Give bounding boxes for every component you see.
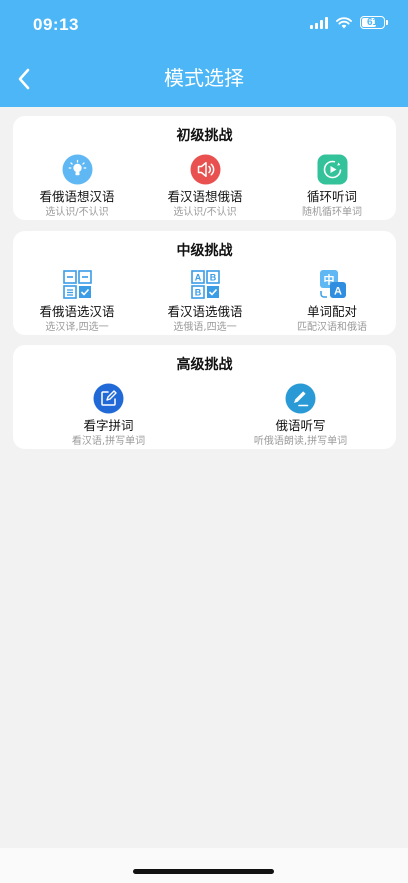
section-title: 初级挑战 bbox=[176, 128, 233, 144]
translate-icon: 中 A bbox=[319, 270, 346, 298]
mode-spell-word[interactable]: 看字拼词 看汉语,拼写单词 bbox=[13, 383, 204, 448]
mode-word-match[interactable]: 中 A 单词配对 匹配汉语和俄语 bbox=[268, 269, 396, 334]
battery-level: 61 bbox=[366, 16, 379, 28]
mode-subtitle: 选认识/不认识 bbox=[173, 207, 237, 218]
mode-subtitle: 随机循环单词 bbox=[302, 207, 362, 218]
section-title: 中级挑战 bbox=[176, 243, 233, 259]
mode-cn-to-ru-recall[interactable]: 看汉语想俄语 选认识/不认识 bbox=[141, 154, 269, 219]
bottom-safe-area bbox=[0, 848, 408, 883]
mode-loop-listening[interactable]: 循环听词 随机循环单词 bbox=[268, 154, 396, 219]
header-bar: 09:13 61 模式选择 bbox=[0, 0, 408, 107]
speaker-icon bbox=[190, 154, 220, 185]
page-title: 模式选择 bbox=[164, 66, 244, 90]
section-advanced: 高级挑战 看字拼词 看汉语,拼写单词 俄语听写 听俄语朗读,拼写单词 bbox=[13, 345, 396, 449]
section-intermediate: 中级挑战 看俄语选汉语 选汉译,四选一 A B B 看汉语选俄语 选俄语,四选一… bbox=[13, 231, 396, 335]
status-icons: 61 bbox=[310, 16, 388, 29]
mode-subtitle: 匹配汉语和俄语 bbox=[297, 322, 367, 333]
mode-ru-to-cn-recall[interactable]: 看俄语想汉语 选认识/不认识 bbox=[13, 154, 141, 219]
mode-subtitle: 选认识/不认识 bbox=[45, 207, 109, 218]
status-time: 09:13 bbox=[33, 15, 79, 34]
mode-cn-to-ru-choice[interactable]: A B B 看汉语选俄语 选俄语,四选一 bbox=[141, 269, 269, 334]
mode-subtitle: 看汉语,拼写单词 bbox=[71, 436, 146, 447]
mode-subtitle: 选汉译,四选一 bbox=[45, 322, 109, 333]
mode-ru-to-cn-choice[interactable]: 看俄语选汉语 选汉译,四选一 bbox=[13, 269, 141, 334]
pen-write-icon bbox=[285, 383, 316, 414]
mode-label: 看汉语想俄语 bbox=[167, 189, 243, 204]
abcd-choice-icon: A B B bbox=[190, 270, 220, 299]
mode-label: 俄语听写 bbox=[275, 418, 326, 433]
edit-icon bbox=[93, 383, 124, 414]
svg-text:B: B bbox=[194, 288, 201, 298]
mode-label: 看字拼词 bbox=[83, 418, 134, 433]
translate-glyph-a: A bbox=[334, 286, 342, 298]
cellular-signal-icon bbox=[310, 16, 328, 29]
choice-grid-icon bbox=[62, 270, 92, 299]
mode-label: 看俄语选汉语 bbox=[39, 304, 115, 319]
mode-label: 看俄语想汉语 bbox=[39, 189, 115, 204]
section-beginner: 初级挑战 看俄语想汉语 选认识/不认识 看汉语想俄语 选认识/不认识 循环听词 … bbox=[13, 116, 396, 220]
svg-text:B: B bbox=[209, 273, 216, 283]
mode-subtitle: 选俄语,四选一 bbox=[173, 322, 237, 333]
mode-label: 看汉语选俄语 bbox=[167, 304, 243, 319]
section-title: 高级挑战 bbox=[176, 357, 233, 373]
mode-label: 循环听词 bbox=[306, 189, 357, 204]
battery-icon: 61 bbox=[360, 16, 388, 29]
svg-text:A: A bbox=[194, 273, 201, 283]
home-indicator[interactable] bbox=[133, 869, 274, 874]
wifi-icon bbox=[336, 16, 352, 28]
mode-label: 单词配对 bbox=[306, 304, 357, 319]
loop-play-icon bbox=[317, 154, 347, 185]
mode-subtitle: 听俄语朗读,拼写单词 bbox=[253, 436, 348, 447]
lightbulb-icon bbox=[62, 154, 92, 185]
mode-dictation[interactable]: 俄语听写 听俄语朗读,拼写单词 bbox=[205, 383, 396, 448]
